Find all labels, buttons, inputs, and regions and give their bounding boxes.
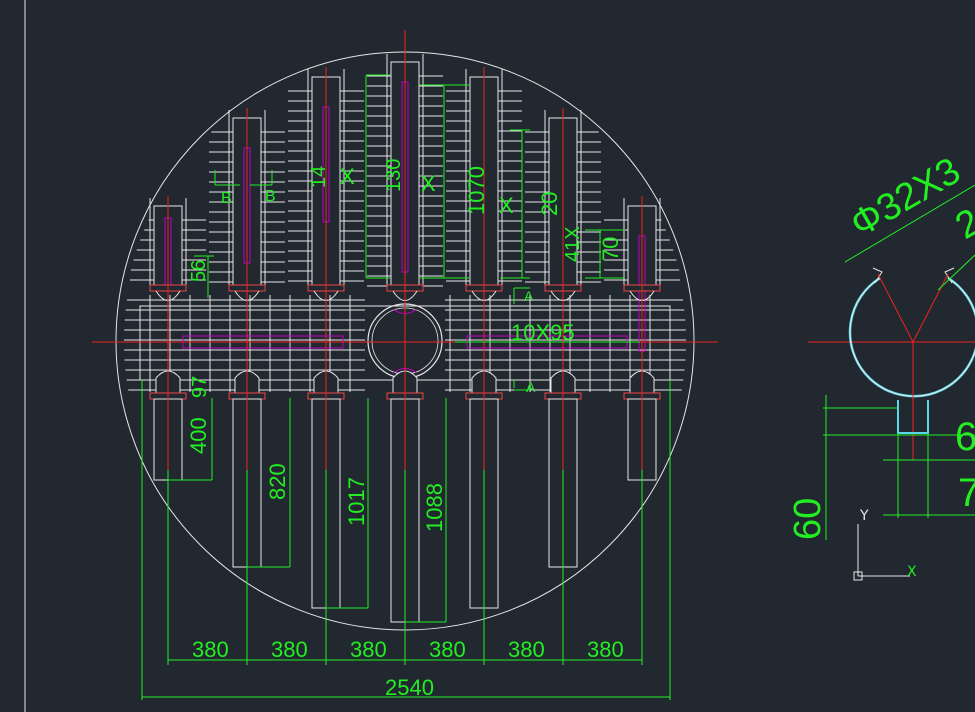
cad-drawing: 56 14 X 130 X 1070 X 20 41X 70 10X95 97 … <box>24 0 975 712</box>
dim-1017: 1017 <box>344 477 369 526</box>
dim-41x: 41X <box>562 226 584 262</box>
ucs-y-label: Y <box>859 508 869 524</box>
pitch-4: 380 <box>429 637 466 662</box>
pitch-3: 380 <box>350 637 387 662</box>
dim-20: 20 <box>537 192 562 216</box>
pitch-6: 380 <box>587 637 624 662</box>
dim-x-2: X <box>421 171 436 196</box>
pitch-2: 380 <box>271 637 308 662</box>
section-dim-6: 6 <box>955 415 975 459</box>
ucs-x-label: X <box>907 564 917 580</box>
section-b-left: B <box>221 190 232 207</box>
dim-1070: 1070 <box>464 166 489 215</box>
dim-56: 56 <box>188 260 210 282</box>
dim-70: 70 <box>598 237 623 261</box>
section-dim-texts: Φ32X3 20 60 6 7 <box>787 150 975 540</box>
dim-2540: 2540 <box>385 675 434 700</box>
section-a-top: A <box>524 288 534 304</box>
dim-400: 400 <box>186 417 211 454</box>
section-dims <box>823 184 975 540</box>
dim-130: 130 <box>383 159 405 192</box>
section-a-bottom: A <box>526 379 536 395</box>
ucs-axis-icon[interactable]: Y X <box>853 508 917 581</box>
section-dim-60: 60 <box>787 498 829 540</box>
pitch-5: 380 <box>508 637 545 662</box>
dim-97: 97 <box>189 376 211 398</box>
dim-x-3: X <box>499 193 514 218</box>
pipe-spec: Φ32X3 <box>844 150 968 246</box>
dim-x-1: X <box>340 164 355 189</box>
section-view: Φ32X3 20 60 6 7 <box>787 150 975 540</box>
dim-1088: 1088 <box>422 483 447 532</box>
cad-drawing-canvas[interactable]: 56 14 X 130 X 1070 X 20 41X 70 10X95 97 … <box>0 0 975 712</box>
section-radius-left <box>877 273 914 343</box>
section-dim-7: 7 <box>958 471 975 515</box>
section-b-right: B <box>265 188 276 205</box>
pitch-1: 380 <box>192 637 229 662</box>
dim-14: 14 <box>308 166 330 188</box>
dim-10x95: 10X95 <box>511 320 575 345</box>
section-radius-right <box>912 273 949 343</box>
dim-820: 820 <box>265 463 290 500</box>
